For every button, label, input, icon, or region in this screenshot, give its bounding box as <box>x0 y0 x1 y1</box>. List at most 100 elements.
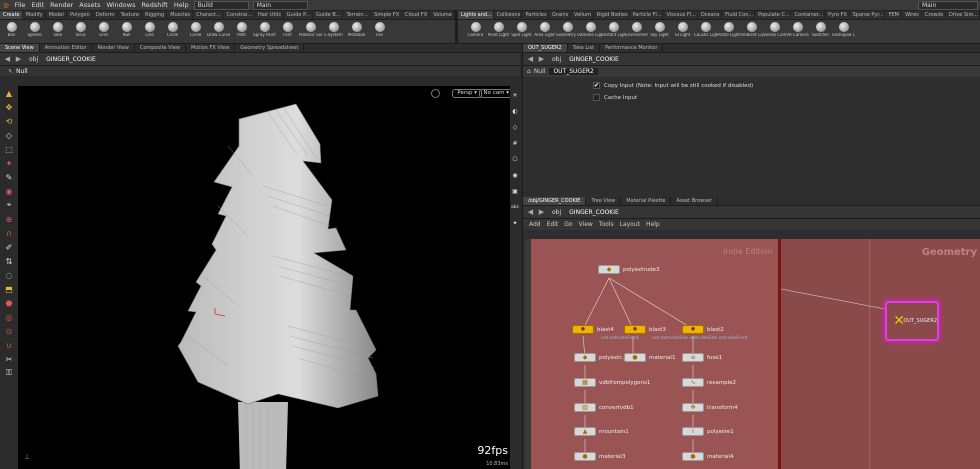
param-tab-1[interactable]: Take List <box>568 44 601 52</box>
network-tab-3[interactable]: Asset Browser <box>671 197 718 205</box>
net-menu-tools[interactable]: Tools <box>599 221 614 228</box>
node-material3[interactable]: ● material3 <box>574 452 625 461</box>
shelf-tab-left-12[interactable]: Guide B... <box>313 11 344 19</box>
pose-tool-icon[interactable]: ✦ <box>2 156 16 170</box>
shelf-tab-left-9[interactable]: Constrai... <box>224 11 255 19</box>
scene-tab-4[interactable]: Motion FX View <box>186 44 236 52</box>
shelf-tab-left-16[interactable]: Volume <box>430 11 455 19</box>
shelf-tab-right-7[interactable]: Viscous Fl... <box>663 11 698 19</box>
shelf-tab-right-2[interactable]: Particles <box>522 11 550 19</box>
node-resample2[interactable]: ∿ resample2 <box>682 378 736 387</box>
lasso-tool-icon[interactable]: ◌ <box>2 268 16 282</box>
camera-icon[interactable]: ⎔ <box>510 154 520 164</box>
measure-tool-icon[interactable]: ⌖ <box>2 198 16 212</box>
shelf-tab-right-4[interactable]: Vellum <box>571 11 594 19</box>
shelf-tab-right-14[interactable]: FEM <box>885 11 903 19</box>
net-menu-help[interactable]: Help <box>646 221 660 228</box>
node-fuse1[interactable]: ≡ fuse1 <box>682 353 722 362</box>
context-selector[interactable]: Main <box>252 0 308 10</box>
node-polyextrude3[interactable]: ◆ polyextrude3 <box>598 265 659 274</box>
snapshot-icon[interactable]: ▣ <box>510 186 520 196</box>
tool-left-3[interactable]: Torus <box>69 20 92 43</box>
node-transform4[interactable]: ✥ transform4 <box>682 403 737 412</box>
tool-right-4[interactable]: Geometry Light <box>556 20 579 43</box>
node-blast2[interactable]: ✹ blast2 <box>682 325 724 334</box>
shelf-tab-right-6[interactable]: Particle Fl... <box>629 11 664 19</box>
node-convertvdb1[interactable]: ▥ convertvdb1 <box>574 403 634 412</box>
pivot-tool-icon[interactable]: ⊙ <box>2 324 16 338</box>
handle-tool-icon[interactable]: ⬚ <box>2 142 16 156</box>
tool-right-10[interactable]: Caustic Light <box>694 20 717 43</box>
copy-input-checkbox[interactable]: ✔ <box>593 82 600 89</box>
paint-tool-icon[interactable]: ✎ <box>2 170 16 184</box>
scene-tab-5[interactable]: Geometry Spreadsheet <box>235 44 305 52</box>
rotate-tool-icon[interactable]: ⟲ <box>2 114 16 128</box>
shelf-tab-left-7[interactable]: Muscles <box>167 11 194 19</box>
flip-tool-icon[interactable]: ⇅ <box>2 254 16 268</box>
net-menu-add[interactable]: Add <box>529 221 541 228</box>
tool-left-15[interactable]: Metaball <box>345 20 368 43</box>
snap-tool-icon[interactable]: ⊕ <box>2 212 16 226</box>
shelf-tab-left-6[interactable]: Rigging <box>142 11 168 19</box>
tool-left-12[interactable]: Font <box>276 20 299 43</box>
shelf-tab-right-11[interactable]: Container... <box>791 11 826 19</box>
menu-edit[interactable]: Edit <box>29 1 48 9</box>
move-tool-icon[interactable]: ✥ <box>2 100 16 114</box>
tool-right-9[interactable]: GI Light <box>671 20 694 43</box>
net-forward-icon[interactable]: ▶ <box>537 208 546 216</box>
tool-left-11[interactable]: Spray Paint <box>253 20 276 43</box>
shelf-tab-right-10[interactable]: Populate C... <box>755 11 792 19</box>
scene-tab-3[interactable]: Composite View <box>135 44 186 52</box>
ghost-icon[interactable]: ◐ <box>510 106 520 116</box>
node-name-field[interactable]: OUT_SUGER2 <box>549 68 598 75</box>
shelf-tab-right-5[interactable]: Rigid Bodies <box>594 11 630 19</box>
viewport[interactable]: Persp ▾ No cam ▾ ⊥ 92fps 10.83ms <box>18 86 510 469</box>
select-tool-icon[interactable]: ▲ <box>2 86 16 100</box>
menu-file[interactable]: File <box>12 1 29 9</box>
tool-right-3[interactable]: Area Light <box>533 20 556 43</box>
menu-assets[interactable]: Assets <box>76 1 103 9</box>
tool-left-6[interactable]: Line <box>138 20 161 43</box>
lock-tool-icon[interactable]: ⚿ <box>2 366 16 380</box>
shelf-tab-left-1[interactable]: Modify <box>23 11 46 19</box>
node-mountain1[interactable]: ▲ mountain1 <box>574 427 629 436</box>
scene-tab-2[interactable]: Render View <box>93 44 135 52</box>
shelf-tab-right-12[interactable]: Pyro FX <box>825 11 850 19</box>
node-polywire1[interactable]: ⌇ polywire1 <box>682 427 734 436</box>
forward-arrow-icon[interactable]: ▶ <box>14 55 23 63</box>
houdini-logo-icon[interactable]: ◎ <box>0 1 12 9</box>
tool-right-15[interactable]: Switcher <box>809 20 832 43</box>
shelf-tab-left-3[interactable]: Polygon <box>67 11 93 19</box>
visibility-tool-icon[interactable]: ◎ <box>2 310 16 324</box>
view-tool-icon[interactable]: ◉ <box>2 184 16 198</box>
cut-tool-icon[interactable]: ✂ <box>2 352 16 366</box>
network-tab-0[interactable]: /obj/GINGER_COOKIE <box>523 197 587 205</box>
tool-right-5[interactable]: Volume Light <box>579 20 602 43</box>
tool-right-11[interactable]: Portal Light <box>717 20 740 43</box>
tool-right-6[interactable]: Distant Light <box>602 20 625 43</box>
back-arrow-icon[interactable]: ◀ <box>3 55 12 63</box>
tool-right-14[interactable]: VR Camera <box>786 20 809 43</box>
network-canvas[interactable]: Indie Edition Geometry ◆ polyextrude3 ✹ bl… <box>525 239 980 469</box>
tool-left-9[interactable]: Draw Curve <box>207 20 230 43</box>
shelf-tab-left-2[interactable]: Model <box>46 11 68 19</box>
shelf-tab-left-0[interactable]: Create <box>0 11 23 19</box>
tool-left-1[interactable]: Sphere <box>23 20 46 43</box>
shelf-tab-left-15[interactable]: Cloud FX <box>402 11 431 19</box>
tool-right-0[interactable]: Camera <box>464 20 487 43</box>
menu-windows[interactable]: Windows <box>103 1 138 9</box>
shelf-tab-right-8[interactable]: Oceans <box>698 11 723 19</box>
grid-icon[interactable]: # <box>510 138 520 148</box>
lights-icon[interactable]: ☀ <box>510 90 520 100</box>
desktop-selector[interactable]: Build <box>193 0 249 10</box>
node-polyextr[interactable]: ◆ polyextr... <box>574 353 626 362</box>
group-tool-icon[interactable]: ⬣ <box>2 296 16 310</box>
brush-tool-icon[interactable]: ✐ <box>2 240 16 254</box>
net-menu-go[interactable]: Go <box>564 221 572 228</box>
node-vdbfrompolygons1[interactable]: ▦ vdbfrompolygons1 <box>574 378 650 387</box>
scene-tab-1[interactable]: Animation Editor <box>40 44 93 52</box>
tool-left-13[interactable]: Platonic Solids <box>299 20 322 43</box>
shelf-tab-right-3[interactable]: Grains <box>549 11 572 19</box>
path-ginger-cookie[interactable]: GINGER_COOKIE <box>46 56 96 63</box>
magnet-tool-icon[interactable]: ∩ <box>2 226 16 240</box>
